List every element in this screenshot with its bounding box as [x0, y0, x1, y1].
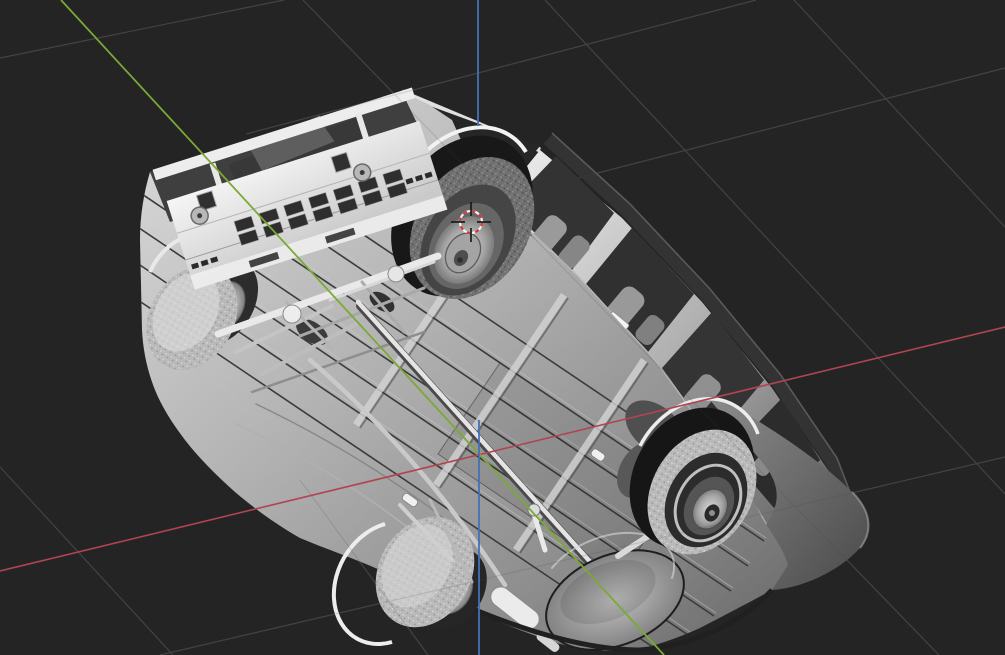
viewport[interactable]: [0, 0, 1005, 655]
viewport-canvas[interactable]: [0, 0, 1005, 655]
